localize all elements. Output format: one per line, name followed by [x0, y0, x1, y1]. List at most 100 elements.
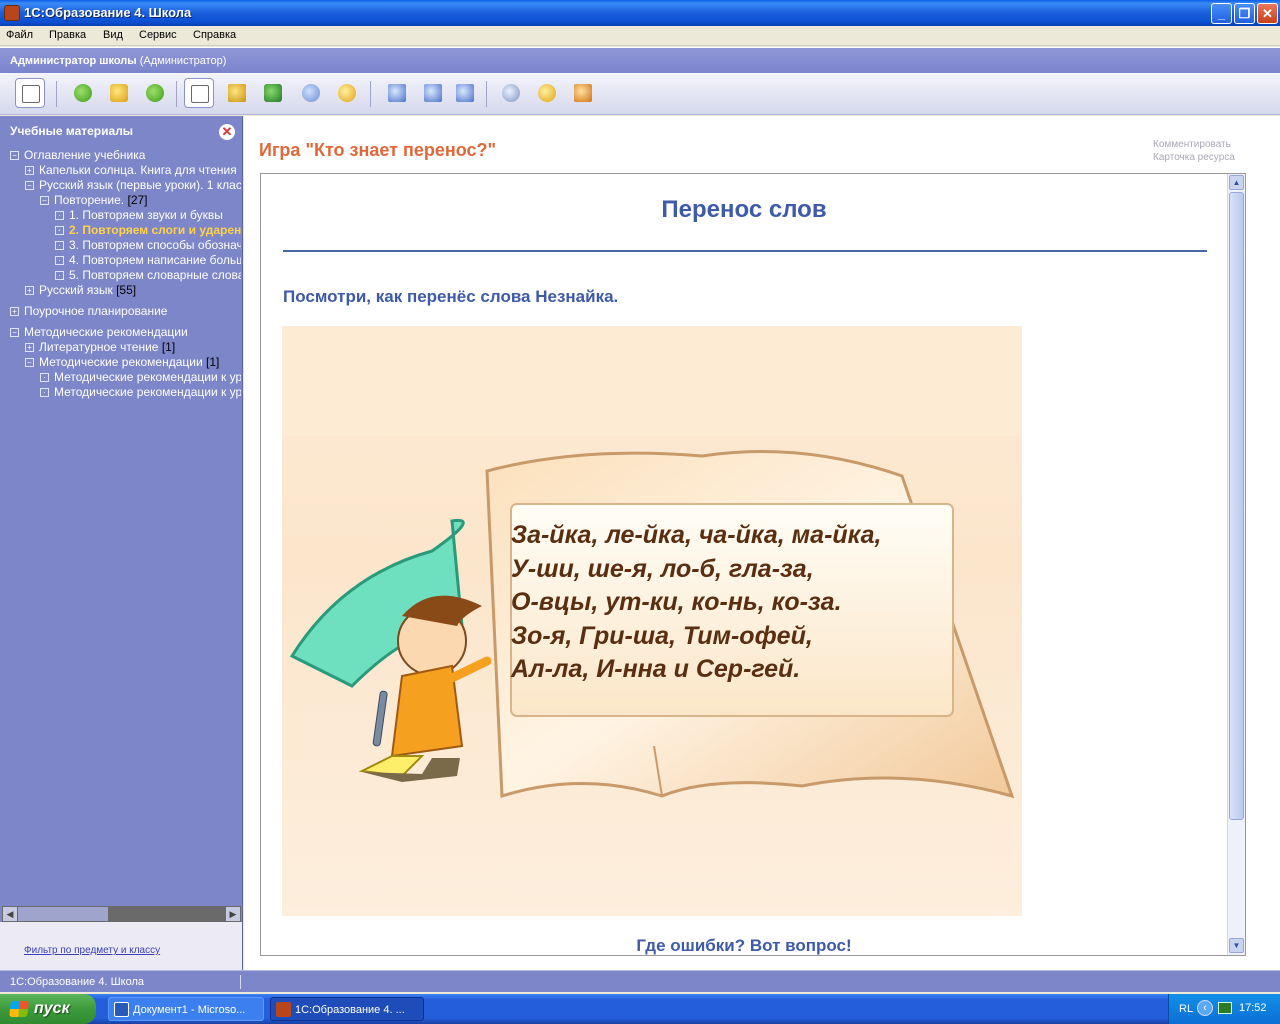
home-icon: [110, 84, 128, 102]
resource-title: Игра "Кто знает перенос?": [259, 140, 497, 160]
print-button[interactable]: [450, 78, 480, 108]
tree-leaf-icon: ·: [55, 256, 64, 265]
home-button[interactable]: [104, 78, 134, 108]
window-title-bar[interactable]: 1С:Образование 4. Школа _ ❐ ✕: [0, 0, 1280, 26]
exit-button[interactable]: [568, 78, 598, 108]
user-info: Администратор школы (Администратор): [10, 55, 226, 67]
start-button[interactable]: пуск: [0, 994, 96, 1024]
tree-leaf-icon: ·: [55, 271, 64, 280]
resource-card-link[interactable]: Карточка ресурса: [1153, 151, 1235, 164]
tree-node-methodics-sub[interactable]: − Методические рекомендации [1]: [25, 355, 219, 370]
document-button[interactable]: [184, 78, 214, 108]
menu-edit[interactable]: Правка: [49, 29, 86, 41]
user-button[interactable]: [332, 78, 362, 108]
help-button[interactable]: [532, 78, 562, 108]
open-book-icon: [228, 84, 246, 102]
status-bar: 1С:Образование 4. Школа: [0, 970, 1280, 992]
card-line: Ал-ла, И-нна и Сер-гей.: [511, 655, 801, 683]
tree-node-planning[interactable]: + Поурочное планирование: [10, 304, 167, 319]
open-book-button[interactable]: [222, 78, 252, 108]
sidebar-header: Учебные материалы ✕: [0, 120, 243, 142]
clock[interactable]: 17:52: [1239, 1002, 1267, 1014]
tree-toggle-icon[interactable]: −: [10, 328, 19, 337]
edit-button[interactable]: [296, 78, 326, 108]
scroll-right-icon[interactable]: ▶: [226, 907, 240, 921]
minimize-button[interactable]: _: [1211, 3, 1232, 24]
tray-expand-icon[interactable]: ‹: [1197, 1000, 1213, 1016]
toggle-panel-icon: [22, 85, 40, 103]
taskbar: пуск Документ1 - Microso... 1С:Образован…: [0, 994, 1280, 1024]
tree-toggle-icon[interactable]: −: [25, 358, 34, 367]
tree-node-lesson-5[interactable]: · 5. Повторяем словарные слова: [55, 268, 241, 283]
scroll-down-icon[interactable]: ▼: [1229, 938, 1244, 953]
user-icon: [338, 84, 356, 102]
tree-toggle-icon[interactable]: +: [10, 307, 19, 316]
menu-view[interactable]: Вид: [103, 29, 123, 41]
tree-node-russian[interactable]: + Русский язык [55]: [25, 283, 136, 298]
forward-icon: [146, 84, 164, 102]
tree-toggle-icon[interactable]: −: [10, 151, 19, 160]
toolbar-separator: [176, 81, 177, 107]
window-title: 1С:Образование 4. Школа: [24, 5, 192, 20]
green-box-icon: [264, 84, 282, 102]
toolbar: [0, 73, 1280, 115]
tree-node-count: [1]: [206, 355, 220, 369]
word-doc-icon: [114, 1002, 129, 1017]
toggle-panel-button[interactable]: [15, 78, 45, 108]
monitor-button[interactable]: [418, 78, 448, 108]
menu-service[interactable]: Сервис: [139, 29, 177, 41]
search-button[interactable]: [496, 78, 526, 108]
tree-node-lesson-3[interactable]: ·3. Повторяем способы обозначения: [55, 238, 241, 253]
menu-help[interactable]: Справка: [193, 29, 236, 41]
tree-node-repetition[interactable]: − Повторение. [27]: [40, 193, 148, 208]
tree-toggle-icon[interactable]: +: [25, 343, 34, 352]
scroll-thumb[interactable]: [18, 907, 108, 921]
screen-button[interactable]: [382, 78, 412, 108]
tree-node-methodics-item-1[interactable]: ·Методические рекомендации к урокам: [40, 370, 241, 385]
taskbar-item-word[interactable]: Документ1 - Microso...: [108, 997, 264, 1021]
toolbar-separator: [56, 81, 57, 107]
card-line: За-йка, ле-йка, ча-йка, ма-йка,: [511, 521, 882, 549]
monitor-icon: [424, 84, 442, 102]
materials-button[interactable]: [258, 78, 288, 108]
tree-toggle-icon[interactable]: +: [25, 286, 34, 295]
tree-node-russian-first[interactable]: − Русский язык (первые уроки). 1 класс: [25, 178, 241, 193]
sidebar-horizontal-scrollbar[interactable]: ◀ ▶: [2, 906, 241, 922]
network-icon[interactable]: [1218, 1002, 1232, 1014]
content-vertical-scrollbar[interactable]: ▲ ▼: [1227, 174, 1245, 955]
maximize-button[interactable]: ❐: [1234, 3, 1255, 24]
tree-node-lesson-2-selected[interactable]: · 2. Повторяем слоги и ударение: [55, 223, 241, 238]
scroll-up-icon[interactable]: ▲: [1229, 175, 1244, 190]
status-text: 1С:Образование 4. Школа: [10, 976, 145, 988]
tree-node-contents[interactable]: − Оглавление учебника: [10, 148, 145, 163]
document-icon: [191, 85, 209, 103]
tree-toggle-icon[interactable]: −: [25, 181, 34, 190]
tree-toggle-icon[interactable]: +: [25, 166, 34, 175]
tree-node-lesson-1[interactable]: · 1. Повторяем звуки и буквы: [55, 208, 223, 223]
comment-link[interactable]: Комментировать: [1153, 138, 1235, 151]
tree-node-kapelki[interactable]: + Капельки солнца. Книга для чтения: [25, 163, 237, 178]
scroll-thumb[interactable]: [1229, 192, 1244, 820]
tree-toggle-icon[interactable]: −: [40, 196, 49, 205]
close-button[interactable]: ✕: [1257, 3, 1278, 24]
print-icon: [456, 84, 474, 102]
language-indicator[interactable]: RL: [1179, 1003, 1193, 1015]
back-button[interactable]: [68, 78, 98, 108]
forward-button[interactable]: [140, 78, 170, 108]
menu-file[interactable]: Файл: [6, 29, 33, 41]
tree-node-methodics[interactable]: − Методические рекомендации: [10, 325, 188, 340]
tree-node-literature[interactable]: + Литературное чтение [1]: [25, 340, 175, 355]
tree-node-count: [55]: [116, 283, 137, 297]
tree-node-count: [1]: [161, 340, 176, 354]
tree-node-lesson-4[interactable]: ·4. Повторяем написание большой буквы: [55, 253, 241, 268]
app-icon[interactable]: [4, 5, 20, 21]
close-panel-icon[interactable]: ✕: [219, 124, 235, 140]
taskbar-item-1c[interactable]: 1С:Образование 4. ...: [270, 997, 424, 1021]
scroll-left-icon[interactable]: ◀: [3, 907, 17, 921]
sidebar-panel: Учебные материалы ✕ − Оглавление учебника…: [0, 116, 243, 970]
tree-node-methodics-item-2[interactable]: ·Методические рекомендации к урокам: [40, 385, 241, 400]
question-heading: Где ошибки? Вот вопрос!: [636, 936, 852, 955]
filter-link[interactable]: Фильтр по предмету и классу: [24, 945, 160, 956]
tree-node-count: [27]: [127, 193, 148, 207]
app-icon: [276, 1002, 291, 1017]
